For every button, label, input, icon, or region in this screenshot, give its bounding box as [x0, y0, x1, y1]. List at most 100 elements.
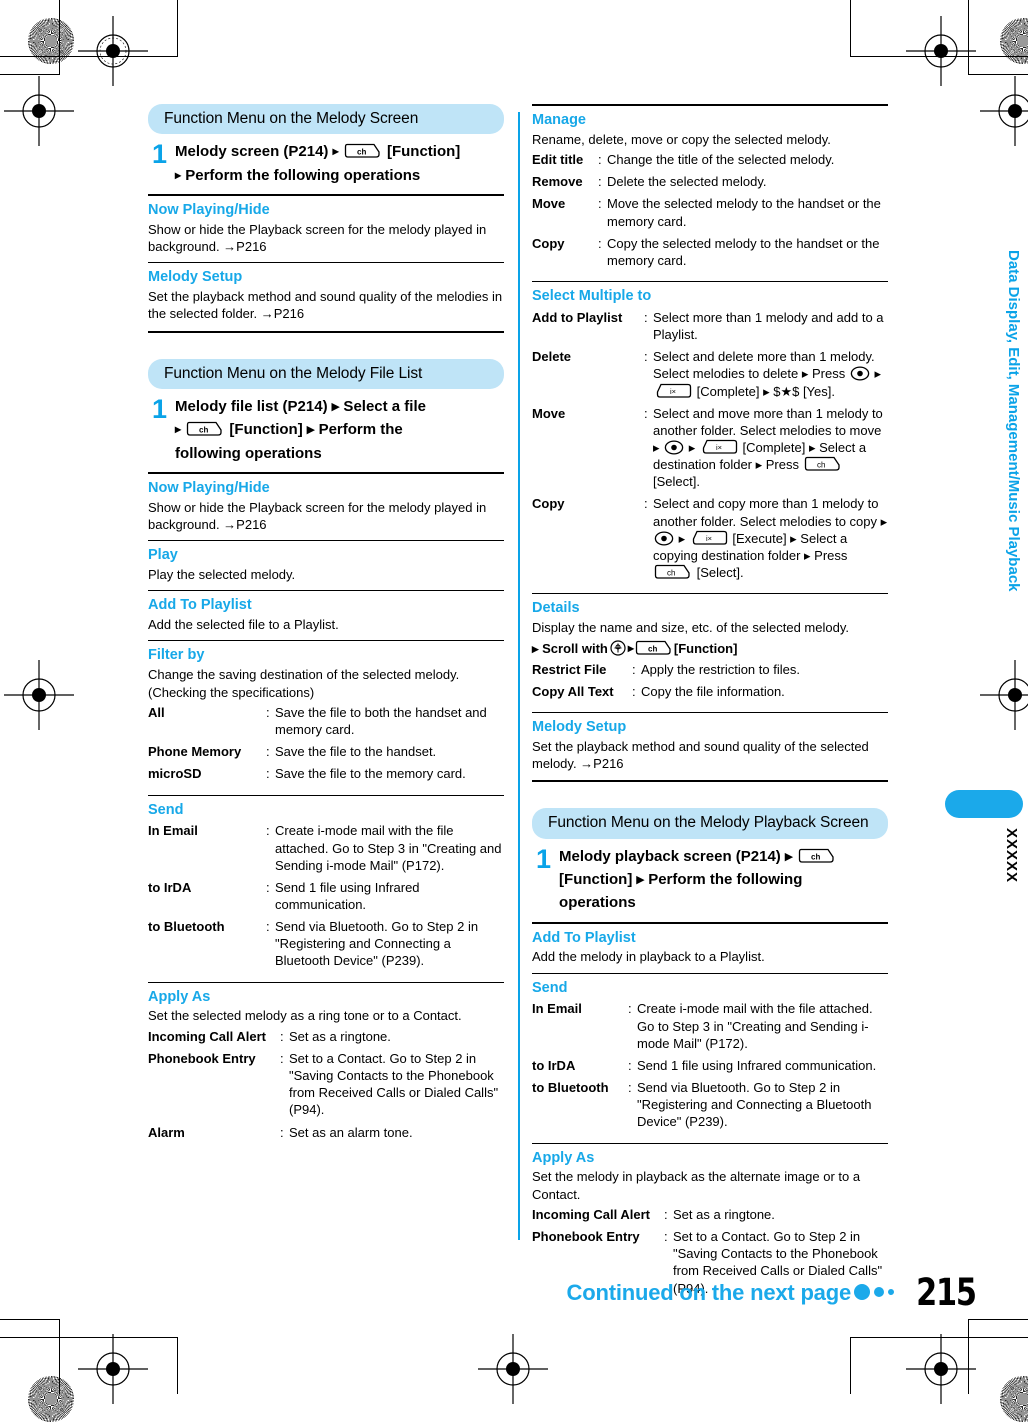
page-number: 215	[916, 1271, 977, 1314]
registration-mark-bottom-right	[906, 1334, 976, 1404]
svg-text:ch: ch	[357, 148, 366, 157]
step-line-2: ▸ Perform the following operations	[175, 164, 460, 187]
table-row: Remove : Delete the selected melody.	[532, 173, 888, 195]
separator: :	[266, 744, 270, 760]
term: to Bluetooth	[532, 1080, 609, 1096]
term: Edit title	[532, 152, 584, 168]
term: All	[148, 704, 165, 720]
separator: :	[598, 174, 602, 190]
step-line-1b: [Function]	[386, 143, 461, 161]
registration-mark-mid-right	[980, 660, 1028, 730]
step-number: 1	[536, 843, 551, 874]
term: Incoming Call Alert	[532, 1206, 650, 1222]
section-title: Melody Setup	[532, 718, 627, 735]
definition-table: Edit title : Change the title of the sel…	[532, 151, 888, 274]
def-part-0: Select and copy more than 1 melody to an…	[653, 496, 888, 529]
separator: :	[628, 1001, 632, 1017]
def-part-2: ▸	[675, 530, 689, 546]
section-description: Set the playback method and sound qualit…	[532, 738, 869, 772]
imode-key-icon: i×	[690, 530, 728, 546]
def-part-2: ▸	[870, 366, 881, 382]
section-description: Add the melody in playback to a Playlist…	[532, 949, 765, 965]
svg-text:i×: i×	[706, 534, 712, 543]
separator: :	[644, 405, 648, 421]
term: Add to Playlist	[532, 309, 623, 325]
def-part-6: [Select].	[693, 565, 744, 581]
section-title: Add To Playlist	[148, 597, 252, 614]
svg-text:i×: i×	[716, 443, 722, 452]
sidebar-tab-code: XXXXX	[1003, 828, 1020, 884]
imode-key-icon: i×	[654, 383, 692, 399]
details-scroll-line: ▸ Scroll with ▸ ch [Function]	[532, 640, 888, 657]
step-line-1: Melody file list (P214) ▸ Select a file	[175, 398, 426, 416]
svg-text:ch: ch	[199, 426, 208, 435]
section-select-multiple-to: Select Multiple to Add to Playlist : Sel…	[532, 282, 888, 586]
table-row: Copy : Copy the selected melody to the h…	[532, 235, 888, 274]
def-part-0: Select and delete more than 1 melody. Se…	[653, 349, 875, 382]
term: Restrict File	[532, 661, 607, 677]
separator: :	[628, 1057, 632, 1073]
step-number: 1	[152, 394, 167, 425]
registration-mark-top	[78, 16, 148, 86]
section-apply-as: Apply As Set the selected melody as a ri…	[148, 983, 504, 1146]
section-send: Send In Email : Create i-mode mail with …	[148, 796, 504, 975]
definition: Move the selected melody to the handset …	[607, 196, 881, 229]
ch-key-icon: ch	[804, 456, 842, 472]
sidebar-tab-chip	[945, 790, 1023, 818]
separator: :	[632, 683, 636, 699]
section-send-2: Send In Email : Create i-mode mail with …	[532, 974, 888, 1136]
term: Copy All Text	[532, 683, 614, 699]
def-part-2: ▸	[685, 440, 699, 455]
term: to Bluetooth	[148, 919, 225, 935]
manual-page: Function Menu on the Melody Screen 1 Mel…	[148, 104, 888, 1304]
section-melody-setup: Melody Setup Set the playback method and…	[148, 263, 504, 322]
separator: :	[598, 196, 602, 212]
svg-text:ch: ch	[667, 569, 675, 578]
table-row: Edit title : Change the title of the sel…	[532, 151, 888, 173]
page-footer: Continued on the next page 215	[0, 1268, 1028, 1314]
step-number: 1	[152, 139, 167, 170]
term: microSD	[148, 766, 202, 782]
table-row: Delete : Select and delete more than 1 m…	[532, 348, 888, 404]
definition-table: Add to Playlist : Select more than 1 mel…	[532, 309, 888, 586]
section-description: Add the selected file to a Playlist.	[148, 617, 339, 633]
step-line-2: ▸ ch [Function] ▸ Perform the	[175, 418, 426, 441]
registration-mark-mid-left	[4, 660, 74, 730]
separator: :	[644, 496, 648, 512]
definition: Send via Bluetooth. Go to Step 2 in "Reg…	[275, 919, 479, 969]
definition: Apply the restriction to files.	[641, 661, 800, 677]
separator: :	[280, 1028, 284, 1044]
section-title: Add To Playlist	[532, 929, 636, 946]
term: In Email	[148, 823, 198, 839]
table-row: to Bluetooth : Send via Bluetooth. Go to…	[532, 1079, 888, 1135]
ch-key-icon: ch	[798, 848, 836, 864]
table-row: Incoming Call Alert : Set as a ringtone.	[532, 1206, 888, 1228]
definition: Copy the file information.	[641, 683, 785, 699]
step-text: Melody playback screen (P214) ▸ ch [Func…	[559, 845, 837, 915]
separator: :	[266, 766, 270, 782]
section-title: Select Multiple to	[532, 288, 652, 305]
registration-mark-bottom-center	[478, 1334, 548, 1404]
section-description: Set the melody in playback as the altern…	[532, 1169, 861, 1202]
table-row: In Email : Create i-mode mail with the f…	[532, 1000, 888, 1056]
table-row: microSD : Save the file to the memory ca…	[148, 765, 504, 787]
step-text: Melody screen (P214) ▸ ch [Function] ▸ P…	[175, 140, 460, 187]
definition: Set as a ringtone.	[673, 1206, 775, 1222]
registration-mark-left	[4, 76, 74, 146]
definition: Set to a Contact. Go to Step 2 in "Savin…	[289, 1050, 499, 1118]
table-row: All : Save the file to both the handset …	[148, 704, 504, 743]
definition-table: Restrict File : Apply the restriction to…	[532, 661, 888, 705]
section-now-playing-hide: Now Playing/Hide Show or hide the Playba…	[148, 196, 504, 255]
separator: :	[644, 309, 648, 325]
table-row: to Bluetooth : Send via Bluetooth. Go to…	[148, 918, 504, 974]
continued-label: Continued on the next page	[566, 1280, 852, 1305]
section-description: Rename, delete, move or copy the selecte…	[532, 131, 831, 147]
table-row: Move : Select and move more than 1 melod…	[532, 405, 888, 496]
section-description: Show or hide the Playback screen for the…	[148, 221, 487, 254]
section-heading-melody-file-list: Function Menu on the Melody File List	[148, 358, 504, 390]
term: Copy	[532, 496, 565, 512]
section-title: Send	[148, 801, 184, 818]
arrow-icon: ▸	[332, 144, 339, 159]
definition: Save the file to both the handset and me…	[275, 704, 487, 738]
definition: Set as a ringtone.	[289, 1028, 391, 1044]
